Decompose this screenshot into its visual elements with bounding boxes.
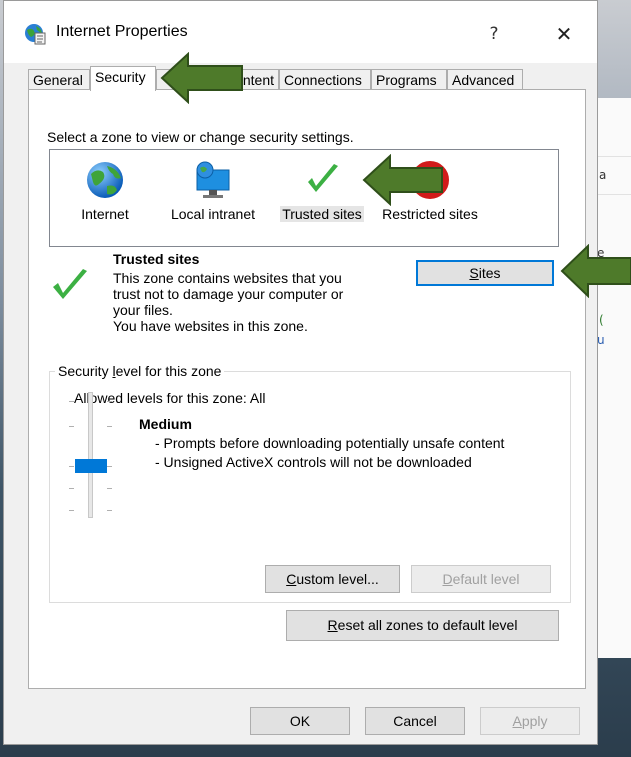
- zone-local-intranet[interactable]: Local intranet: [158, 150, 268, 240]
- tab-general[interactable]: General: [28, 69, 90, 89]
- close-button[interactable]: ✕: [544, 19, 584, 49]
- window-title: Internet Properties: [56, 23, 188, 40]
- security-level-legend: Security level for this zone: [55, 363, 225, 379]
- background-window-text: (: [599, 313, 604, 327]
- level-description: - Prompts before downloading potentially…: [155, 435, 505, 451]
- tab-advanced[interactable]: Advanced: [447, 69, 523, 89]
- help-button[interactable]: ?: [474, 19, 514, 49]
- security-level-slider-track[interactable]: [88, 392, 93, 518]
- internet-properties-icon: [25, 24, 46, 45]
- tab-strip: General Security ntent Connections Progr…: [28, 66, 588, 91]
- ok-button[interactable]: OK: [250, 707, 350, 735]
- zone-prompt: Select a zone to view or change security…: [47, 129, 354, 145]
- cancel-button[interactable]: Cancel: [365, 707, 465, 735]
- sites-button-label: ites: [478, 265, 501, 281]
- level-name: Medium: [139, 416, 192, 432]
- annotation-arrow: [160, 52, 243, 104]
- zone-description: This zone contains websites that you: [113, 270, 342, 286]
- background-window-text: a: [599, 168, 607, 182]
- trusted-sites-large-checkmark-icon: [53, 269, 87, 299]
- apply-button[interactable]: Apply: [480, 707, 580, 735]
- custom-level-button[interactable]: Custom level...: [265, 565, 400, 593]
- zone-description: your files.: [113, 302, 173, 318]
- security-level-slider-thumb[interactable]: [75, 459, 107, 473]
- zone-label: Restricted sites: [382, 206, 478, 222]
- zone-trusted-sites[interactable]: Trusted sites: [272, 150, 372, 240]
- checkmark-icon: [308, 164, 338, 192]
- zone-internet[interactable]: Internet: [60, 150, 150, 240]
- network-computer-icon: [196, 161, 230, 198]
- annotation-arrow: [560, 244, 631, 298]
- level-description: - Unsigned ActiveX controls will not be …: [155, 454, 472, 470]
- globe-icon: [87, 162, 123, 198]
- internet-properties-dialog: Internet Properties ? ✕ General Security…: [3, 0, 598, 745]
- sites-button[interactable]: Sites: [416, 260, 554, 286]
- zone-label: Trusted sites: [280, 206, 364, 222]
- zone-status: You have websites in this zone.: [113, 318, 308, 334]
- tab-security[interactable]: Security: [90, 66, 156, 91]
- zone-label: Local intranet: [170, 206, 256, 222]
- zone-description: trust not to damage your computer or: [113, 286, 344, 302]
- tab-connections[interactable]: Connections: [279, 69, 371, 89]
- zone-label: Internet: [81, 206, 129, 222]
- default-level-button[interactable]: Default level: [411, 565, 551, 593]
- dialog-footer: OK Cancel Apply: [4, 691, 597, 744]
- title-bar[interactable]: Internet Properties ? ✕: [4, 1, 597, 63]
- reset-all-zones-button[interactable]: Reset all zones to default level: [286, 610, 559, 641]
- zone-title: Trusted sites: [113, 251, 200, 267]
- tab-programs[interactable]: Programs: [371, 69, 447, 89]
- annotation-arrow: [362, 154, 443, 206]
- allowed-levels-label: Allowed levels for this zone: All: [74, 390, 266, 406]
- sites-button-mnemonic: S: [469, 265, 479, 281]
- zone-list: Internet Local intranet Trusted sites Re…: [49, 149, 559, 247]
- security-tab-panel: Select a zone to view or change security…: [28, 89, 586, 689]
- background-window-text: u: [597, 333, 605, 347]
